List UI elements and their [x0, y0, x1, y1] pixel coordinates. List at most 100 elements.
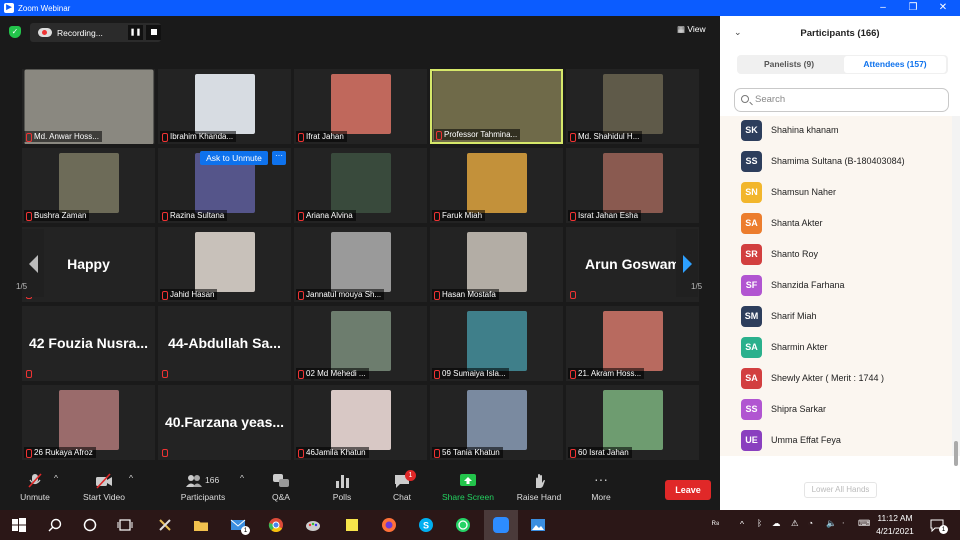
attendee-list-item[interactable]: SS Shipra Sarkar	[720, 395, 952, 426]
firefox-icon[interactable]	[381, 517, 397, 533]
bluetooth-icon[interactable]: ᛒ	[757, 518, 762, 528]
participants-options-caret[interactable]: ^	[240, 473, 244, 483]
chat-button[interactable]: 1 Chat	[389, 470, 416, 502]
more-button[interactable]: ··· More	[587, 472, 615, 502]
participant-video-tile[interactable]: Jannatul mouya Sh...	[294, 227, 427, 302]
attendee-list-item[interactable]: SN Shamsun Naher	[720, 178, 952, 209]
qa-label: Q&A	[272, 492, 290, 502]
attendee-list-item[interactable]: SA Shewly Akter ( Merit : 1744 )	[720, 364, 952, 395]
search-input[interactable]: Search	[734, 88, 949, 112]
view-button[interactable]: ▦ View	[677, 24, 706, 35]
attendee-list-item[interactable]: SK Shahina khanam	[720, 116, 952, 147]
participant-video-tile[interactable]: Bushra Zaman	[22, 148, 155, 223]
participant-video-tile[interactable]: Ibrahim Khanda...	[158, 69, 291, 144]
participants-button[interactable]: 166 Participants	[176, 473, 230, 502]
participant-video-tile[interactable]: 56 Tania Khatun	[430, 385, 563, 460]
warning-icon[interactable]: ⚠	[791, 518, 799, 529]
attendee-list-item[interactable]: SA Sharmin Akter	[720, 333, 952, 364]
tile-more-button[interactable]: ···	[272, 151, 286, 165]
file-explorer-icon[interactable]	[193, 517, 209, 533]
share-screen-button[interactable]: Share Screen	[440, 473, 496, 502]
page-indicator-right: 1/5	[691, 282, 703, 291]
participant-video-tile[interactable]: 60 Israt Jahan	[566, 385, 699, 460]
participant-video-tile[interactable]: 44-Abdullah Sa...	[158, 306, 291, 381]
keyboard-icon[interactable]: ⌨	[858, 518, 870, 529]
volume-icon[interactable]: 🔈	[826, 518, 837, 529]
pause-recording-button[interactable]: ❚❚	[128, 25, 143, 40]
participant-video-tile[interactable]: Israt Jahan Esha	[566, 148, 699, 223]
snipping-tool-icon[interactable]	[157, 517, 173, 533]
maximize-button[interactable]: ❐	[898, 0, 928, 16]
participant-video-tile[interactable]: Jahid Hasan	[158, 227, 291, 302]
tray-chevron-icon[interactable]: ^	[740, 519, 744, 529]
security-shield-icon[interactable]: ✓	[9, 26, 21, 38]
participant-name-label: Md. Anwar Hoss...	[24, 131, 102, 142]
sticky-notes-icon[interactable]	[344, 517, 360, 533]
attendee-list-item[interactable]: SS Shamima Sultana (B-180403084)	[720, 147, 952, 178]
skype-icon[interactable]: S	[418, 517, 434, 533]
cortana-icon[interactable]	[82, 517, 98, 533]
ask-to-unmute-button[interactable]: Ask to Unmute	[200, 151, 268, 165]
unmute-button[interactable]: Unmute	[14, 473, 56, 502]
title-bar: ▶ Zoom Webinar – ❐ ✕	[0, 0, 960, 16]
avatar: UE	[741, 430, 762, 451]
task-view-icon[interactable]	[117, 517, 133, 533]
lower-all-hands-button[interactable]: Lower All Hands	[804, 482, 877, 498]
paint-icon[interactable]	[305, 517, 321, 533]
start-video-button[interactable]: Start Video	[78, 473, 130, 502]
participant-video-tile[interactable]: 09 Sumaiya Isla...	[430, 306, 563, 381]
participant-video-tile[interactable]: 02 Md Mehedi ...	[294, 306, 427, 381]
participant-video-tile[interactable]: Faruk Miah	[430, 148, 563, 223]
participant-video-tile[interactable]: 26 Rukaya Afroz	[22, 385, 155, 460]
attendee-name: Shamsun Naher	[771, 187, 837, 197]
participant-video-tile[interactable]: 46Jamila Khatun	[294, 385, 427, 460]
chat-badge: 1	[405, 470, 416, 481]
mail-icon[interactable]: 1	[230, 517, 250, 535]
participant-video-tile[interactable]: Hasan Mostafa	[430, 227, 563, 302]
close-window-button[interactable]: ✕	[928, 0, 958, 16]
muted-mic-icon	[26, 473, 44, 489]
attendee-list-item[interactable]: UE Umma Effat Feya	[720, 426, 952, 457]
chevron-down-icon[interactable]: ⌄	[734, 27, 742, 38]
participant-video-tile[interactable]: Professor Tahmina...	[430, 69, 563, 144]
people-icon[interactable]: ᴿ⁸	[712, 519, 719, 529]
whatsapp-icon[interactable]	[455, 517, 471, 533]
participant-video-tile[interactable]: Md. Shahidul H...	[566, 69, 699, 144]
minimize-button[interactable]: –	[868, 0, 898, 16]
attendee-list-item[interactable]: SR Shanto Roy	[720, 240, 952, 271]
onedrive-icon[interactable]: ☁	[772, 518, 781, 529]
stop-recording-button[interactable]	[146, 25, 161, 40]
participant-video-tile[interactable]: 40.Farzana yeas...	[158, 385, 291, 460]
participant-video	[466, 310, 527, 371]
audio-options-caret[interactable]: ^	[54, 473, 58, 483]
search-taskbar-icon[interactable]	[47, 517, 63, 533]
notification-center-icon[interactable]: 1	[930, 518, 948, 534]
participant-name-label: 60 Israt Jahan	[568, 447, 632, 458]
participant-video-tile[interactable]: Ariana Alvina	[294, 148, 427, 223]
attendee-name: Shamima Sultana (B-180403084)	[771, 156, 905, 166]
participant-video-tile[interactable]: 21. Akram Hoss...	[566, 306, 699, 381]
chrome-icon[interactable]	[268, 517, 284, 533]
raise-hand-button[interactable]: Raise Hand	[513, 473, 565, 502]
tab-panelists[interactable]: Panelists (9)	[739, 56, 839, 73]
clock[interactable]: 11:12 AM 4/21/2021	[874, 513, 916, 536]
polls-button[interactable]: Polls	[328, 473, 356, 502]
ime-icon[interactable]: ᐧ	[842, 518, 844, 529]
zoom-taskbar-button[interactable]	[484, 510, 518, 540]
attendee-list-item[interactable]: SM Sharif Miah	[720, 302, 952, 333]
wifi-icon[interactable]: ◔	[808, 518, 813, 528]
participant-video	[330, 73, 391, 134]
participant-video-tile[interactable]: Ifrat Jahan	[294, 69, 427, 144]
attendee-list-item[interactable]: SF Shanzida Farhana	[720, 271, 952, 302]
qa-button[interactable]: Q&A	[266, 473, 296, 502]
participant-video-tile[interactable]: 42 Fouzia Nusra...	[22, 306, 155, 381]
scrollbar-thumb[interactable]	[954, 441, 958, 466]
leave-button[interactable]: Leave	[665, 480, 711, 500]
photos-icon[interactable]	[530, 517, 546, 533]
participant-video-tile[interactable]: Md. Anwar Hoss...	[22, 69, 155, 144]
tab-attendees[interactable]: Attendees (157)	[844, 56, 946, 73]
attendee-scrollbar[interactable]	[952, 116, 960, 466]
attendee-list-item[interactable]: SA Shanta Akter	[720, 209, 952, 240]
video-options-caret[interactable]: ^	[129, 473, 133, 483]
windows-start-icon[interactable]	[11, 517, 27, 533]
